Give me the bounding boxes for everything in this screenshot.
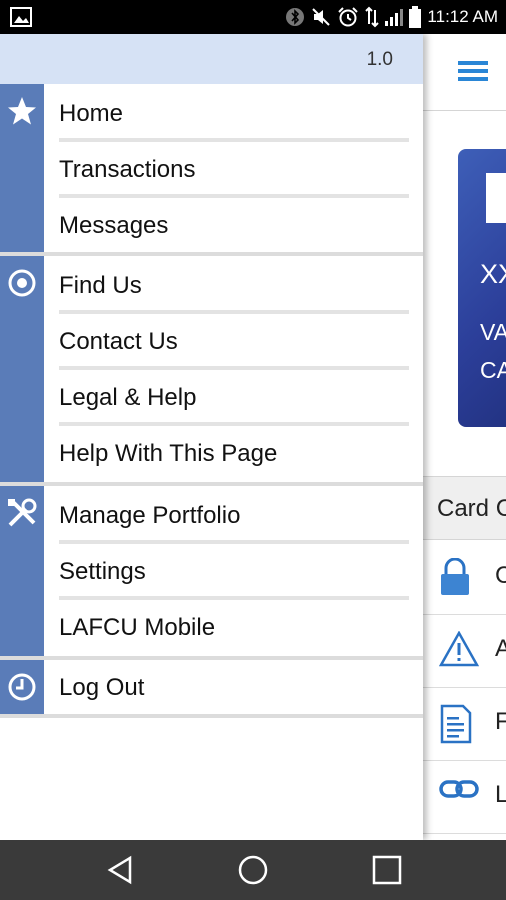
signal-icon (385, 7, 404, 27)
card-section-header: Card C (423, 476, 506, 540)
system-nav-bar (0, 840, 506, 900)
alert-icon (438, 630, 480, 672)
star-icon (6, 95, 38, 127)
menu-item-home[interactable]: Home (59, 86, 409, 142)
version-bar: 1.0 (0, 34, 423, 84)
menu-item-messages[interactable]: Messages (59, 198, 409, 254)
target-icon (6, 267, 38, 299)
link-icon (439, 777, 479, 806)
card-text-1: VA (480, 319, 506, 345)
menu-item-manage-portfolio[interactable]: Manage Portfolio (59, 488, 409, 544)
menu-item-transactions[interactable]: Transactions (59, 142, 409, 198)
lock-icon (439, 557, 471, 601)
menu-item-contact-us[interactable]: Contact Us (59, 314, 409, 370)
card-section-title: Card C (437, 495, 506, 522)
navigation-drawer: 1.0 Home Transactions Messages Find Us C… (0, 34, 423, 840)
background-screen: XX VA CA Card C C A F L (423, 34, 506, 840)
recents-icon[interactable] (352, 840, 422, 900)
bluetooth-icon (285, 7, 305, 27)
clock-icon (6, 671, 38, 703)
version-label: 1.0 (366, 49, 393, 70)
menu-item-legal-help[interactable]: Legal & Help (59, 370, 409, 426)
alarm-icon (337, 6, 359, 28)
mute-icon (311, 7, 331, 27)
data-icon (365, 6, 380, 28)
menu-group-session: Log Out (0, 660, 423, 718)
card-row-alert[interactable]: A (423, 615, 506, 688)
hamburger-icon[interactable] (458, 60, 488, 87)
app-header (423, 34, 506, 111)
menu-item-help-with-page[interactable]: Help With This Page (59, 426, 409, 482)
status-bar: 11:12 AM (0, 0, 506, 34)
menu-group-main: Home Transactions Messages (0, 84, 423, 256)
card-number: XX (480, 259, 506, 289)
document-icon (439, 704, 473, 749)
card-image[interactable]: XX VA CA (458, 149, 506, 427)
menu-item-log-out[interactable]: Log Out (59, 660, 409, 716)
gallery-icon (10, 7, 32, 32)
menu-item-settings[interactable]: Settings (59, 544, 409, 600)
menu-group-info: Find Us Contact Us Legal & Help Help Wit… (0, 256, 423, 486)
battery-icon (409, 6, 422, 28)
card-row-lock[interactable]: C (423, 542, 506, 615)
back-icon[interactable] (85, 840, 155, 900)
card-row-link[interactable]: L (423, 761, 506, 834)
card-row-document[interactable]: F (423, 688, 506, 761)
menu-item-find-us[interactable]: Find Us (59, 258, 409, 314)
home-icon[interactable] (218, 840, 288, 900)
status-time: 11:12 AM (427, 7, 498, 26)
menu-item-lafcu-mobile[interactable]: LAFCU Mobile (59, 600, 409, 656)
card-logo (486, 173, 506, 223)
menu-group-account: Manage Portfolio Settings LAFCU Mobile (0, 486, 423, 660)
card-text-2: CA (480, 357, 506, 383)
tools-icon (6, 497, 38, 529)
